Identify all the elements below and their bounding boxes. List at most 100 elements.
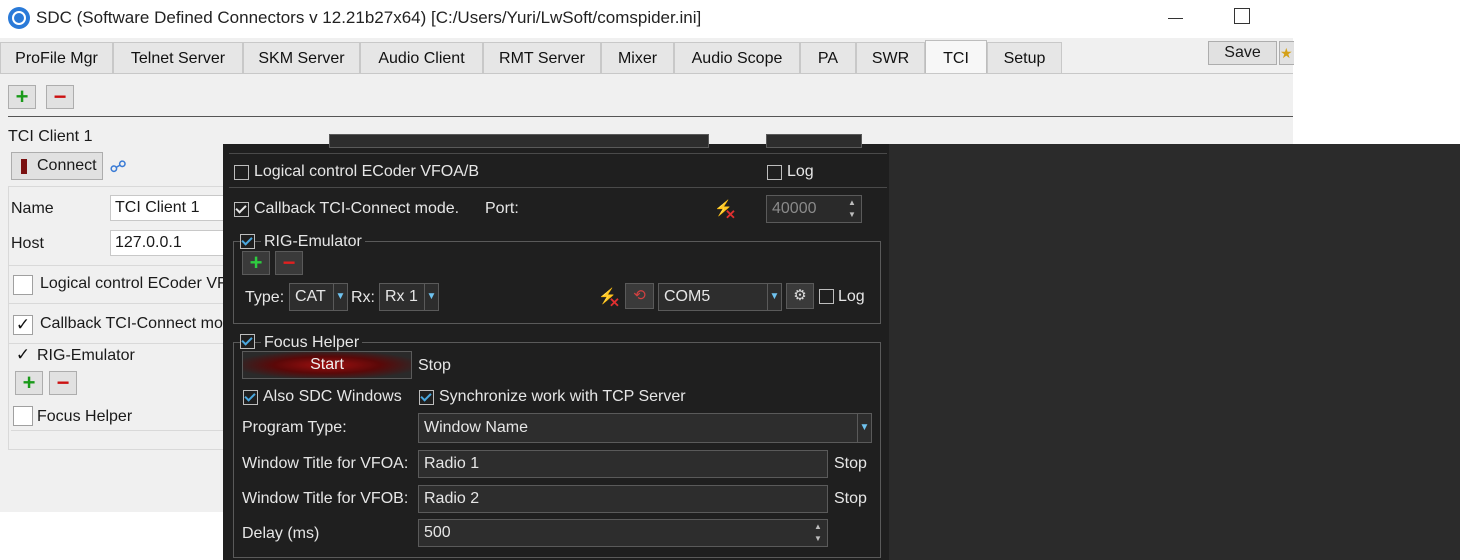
tab-setup[interactable]: Setup [987, 42, 1062, 73]
tab-bar: ProFile Mgr Telnet Server SKM Server Aud… [0, 40, 1294, 74]
host-field-partial[interactable] [329, 134, 709, 148]
rx-value: Rx 1 [385, 288, 418, 305]
tab-swr[interactable]: SWR [856, 42, 925, 73]
divider [11, 430, 235, 431]
save-button[interactable]: Save [1208, 41, 1277, 65]
sync-tcp-checkbox[interactable] [419, 390, 434, 405]
rig-emulator-checkbox[interactable] [240, 234, 255, 249]
client-title: TCI Client 1 [8, 128, 93, 145]
also-sdc-label: Also SDC Windows [263, 388, 402, 405]
divider [9, 343, 237, 344]
vfoa-title-label: Window Title for VFOA: [242, 455, 409, 472]
callback-checkbox[interactable]: ✓ [13, 315, 33, 335]
spin-up-icon[interactable]: ▲ [845, 197, 859, 209]
port-value: 40000 [772, 200, 817, 217]
logical-control-checkbox[interactable] [234, 165, 249, 180]
delay-label: Delay (ms) [242, 525, 320, 542]
rig-emulator-checkbox[interactable]: ✓ [13, 346, 33, 366]
focus-helper-checkbox[interactable] [13, 406, 33, 426]
remove-client-button[interactable]: − [46, 85, 74, 109]
rx-label: Rx: [351, 289, 375, 306]
stop-status-label: Stop [418, 357, 451, 374]
divider [229, 187, 887, 188]
logical-control-label: Logical control ECoder VF [40, 275, 227, 292]
chevron-down-icon[interactable]: ▼ [333, 284, 347, 310]
tab-audio-client[interactable]: Audio Client [360, 42, 483, 73]
focus-helper-label: Focus Helper [37, 408, 133, 425]
refresh-icon: ⟲ [633, 287, 646, 304]
tab-profile-mgr[interactable]: ProFile Mgr [0, 42, 113, 73]
tab-tci[interactable]: TCI [925, 40, 987, 74]
logical-control-checkbox[interactable] [13, 275, 33, 295]
divider [9, 265, 237, 266]
tab-audio-scope[interactable]: Audio Scope [674, 42, 800, 73]
chevron-down-icon[interactable]: ▼ [424, 284, 438, 310]
vfob-title-label: Window Title for VFOB: [242, 490, 409, 507]
program-type-label: Program Type: [242, 419, 347, 436]
rig-log-label: Log [838, 288, 865, 305]
chevron-down-icon[interactable]: ▼ [857, 414, 871, 442]
link-icon[interactable]: ⚯ [106, 151, 136, 181]
name-input[interactable]: TCI Client 1 [110, 195, 232, 221]
log-label: Log [787, 163, 814, 180]
chevron-down-icon[interactable]: ▼ [767, 284, 781, 310]
spin-down-icon[interactable]: ▼ [845, 209, 859, 221]
minimize-icon[interactable] [1166, 4, 1186, 32]
rx-select[interactable]: Rx 1 ▼ [379, 283, 439, 311]
toolbar-divider [8, 116, 1293, 117]
connect-label: Connect [37, 157, 97, 174]
remove-rig-button[interactable]: − [275, 251, 303, 275]
port-input[interactable]: 40000 ▲ ▼ [766, 195, 862, 223]
divider [9, 303, 237, 304]
tab-mixer[interactable]: Mixer [601, 42, 674, 73]
also-sdc-checkbox[interactable] [243, 390, 258, 405]
com-port-value: COM5 [664, 288, 711, 305]
window-title: SDC (Software Defined Connectors v 12.21… [36, 8, 702, 27]
rig-emulator-label: RIG-Emulator [37, 347, 135, 364]
com-refresh-button[interactable]: ⟲ [625, 283, 654, 309]
plug-disconnected-icon: ⚡ ✕ [714, 200, 736, 222]
host-input[interactable]: 127.0.0.1 [110, 230, 232, 256]
focus-helper-label: Focus Helper [261, 334, 363, 352]
tab-rmt-server[interactable]: RMT Server [483, 42, 601, 73]
tci-client-dark-panel: Logical control ECoder VFOA/B Log Callba… [223, 134, 1460, 560]
vfob-title-input[interactable]: Radio 2 [418, 485, 828, 513]
type-label: Type: [245, 289, 285, 306]
star-icon[interactable]: ★ [1279, 41, 1294, 65]
app-logo-ring [12, 11, 26, 25]
client-settings-panel: Name TCI Client 1 Host 127.0.0.1 Logical… [8, 186, 238, 450]
add-rig-button[interactable]: + [15, 371, 43, 395]
tab-telnet-server[interactable]: Telnet Server [113, 42, 243, 73]
callback-checkbox[interactable] [234, 202, 249, 217]
connect-button[interactable]: Connect [11, 152, 103, 180]
rig-log-checkbox[interactable] [819, 289, 834, 304]
com-port-select[interactable]: COM5 ▼ [658, 283, 782, 311]
gear-icon: ⚙ [793, 287, 807, 304]
callback-label: Callback TCI-Connect moc [40, 315, 231, 332]
vfoa-stop-label: Stop [834, 455, 867, 472]
add-client-button[interactable]: + [8, 85, 36, 109]
tab-pa[interactable]: PA [800, 42, 856, 73]
remove-rig-button[interactable]: − [49, 371, 77, 395]
focus-helper-checkbox[interactable] [240, 334, 255, 349]
program-type-select[interactable]: Window Name ▼ [418, 413, 872, 443]
tci-settings-area: Logical control ECoder VFOA/B Log Callba… [223, 134, 889, 560]
log-checkbox[interactable] [767, 165, 782, 180]
tab-skm-server[interactable]: SKM Server [243, 42, 360, 73]
add-rig-button[interactable]: + [242, 251, 270, 275]
spin-up-icon[interactable]: ▲ [811, 521, 825, 533]
connect-status-icon [21, 159, 27, 174]
sync-tcp-label: Synchronize work with TCP Server [439, 388, 686, 405]
rig-emulator-label: RIG-Emulator [261, 233, 365, 251]
type-select[interactable]: CAT ▼ [289, 283, 348, 311]
start-button[interactable]: Start [242, 351, 412, 379]
vfoa-title-input[interactable]: Radio 1 [418, 450, 828, 478]
vfob-stop-label: Stop [834, 490, 867, 507]
host-port-partial[interactable] [766, 134, 862, 148]
com-settings-button[interactable]: ⚙ [786, 283, 814, 309]
maximize-icon[interactable] [1234, 8, 1250, 24]
delay-input[interactable]: 500 ▲ ▼ [418, 519, 828, 547]
spin-down-icon[interactable]: ▼ [811, 533, 825, 545]
plug-disconnected-icon: ⚡ ✕ [598, 288, 620, 310]
host-label: Host [11, 235, 44, 252]
